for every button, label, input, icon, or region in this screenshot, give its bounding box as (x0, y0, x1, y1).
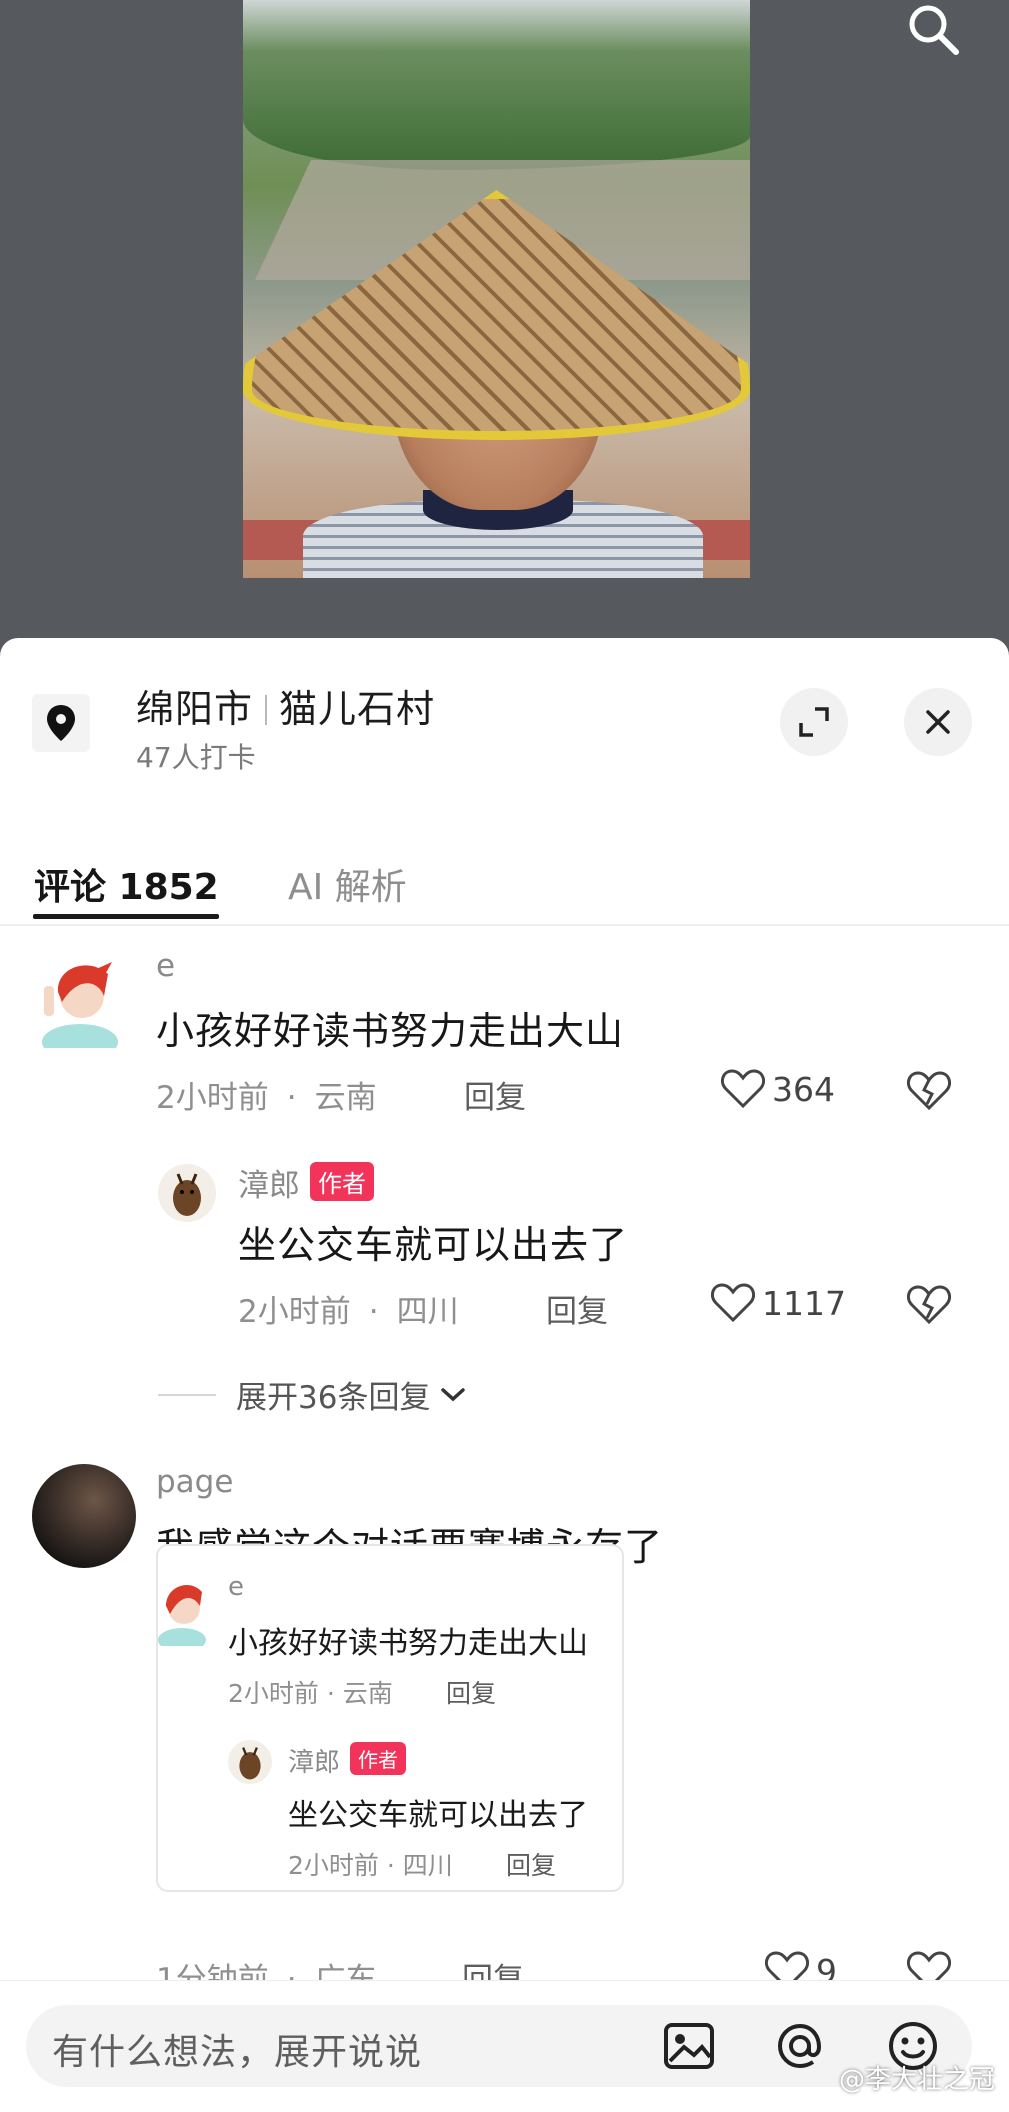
avatar[interactable] (32, 1464, 136, 1568)
expand-button[interactable] (780, 688, 848, 756)
quote-meta-1: 2小时前 · 云南 (228, 1679, 393, 1708)
like-count: 9 (816, 1951, 837, 1981)
quote-reply-1: 回复 (446, 1679, 497, 1708)
comment-text: 小孩好好读书努力走出大山 (156, 1009, 625, 1053)
checkin-count: 47人打卡 (136, 741, 256, 774)
divider (265, 695, 268, 725)
comment-region: 云南 (314, 1080, 377, 1116)
heart-icon (720, 1069, 766, 1109)
comment-meta: 1分钟前 · 广东 (156, 1954, 377, 1980)
quote-username-2-text: 漳郎 (288, 1748, 341, 1778)
close-icon (926, 710, 950, 734)
heart-icon (764, 1951, 810, 1980)
expand-icon (799, 707, 829, 737)
reply-meta: 2小时前 · 四川 (238, 1294, 459, 1330)
avatar[interactable] (158, 1164, 216, 1222)
quote-username-1: e (228, 1572, 244, 1602)
reply-time: 2小时前 (238, 1294, 351, 1330)
mention-icon[interactable] (771, 2017, 829, 2075)
close-button[interactable] (904, 688, 972, 756)
reply-username[interactable]: 漳郎 作者 (238, 1160, 374, 1205)
location-village: 猫儿石村 (279, 687, 436, 731)
comment-meta: 2小时前 · 云南 (156, 1080, 377, 1116)
quote-username-2: 漳郎 作者 (288, 1742, 407, 1779)
comment-meta-partial: 1分钟前 · 广东 回复 9 (0, 1940, 1009, 1980)
broken-heart-icon[interactable] (906, 1070, 952, 1112)
video-frame[interactable] (243, 0, 750, 578)
like-button[interactable]: 364 (720, 1068, 835, 1110)
like-button[interactable]: 1117 (710, 1282, 846, 1324)
comment-input-placeholder: 有什么想法，展开说说 (52, 2032, 423, 2073)
quoted-comment-card[interactable]: e 小孩好好读书努力走出大山 2小时前 · 云南 回复 漳郎 作者 坐公交车就可以… (156, 1544, 624, 1892)
mountains-scene (243, 0, 750, 170)
quote-meta-2: 2小时前 · 四川 (288, 1851, 453, 1880)
tab-ai-analysis[interactable]: AI 解析 (288, 858, 407, 910)
quote-avatar (158, 1576, 210, 1646)
tab-bar: 评论 1852 AI 解析 (0, 828, 1009, 926)
search-icon[interactable] (904, 0, 962, 58)
heart-icon (710, 1283, 756, 1323)
reply-button[interactable]: 回复 (464, 1072, 526, 1117)
like-count: 1117 (762, 1283, 846, 1323)
broken-heart-icon[interactable] (906, 1950, 952, 1980)
like-button[interactable]: 9 (764, 1950, 837, 1980)
location-header: 绵阳市 猫儿石村 47人打卡 (0, 638, 1009, 778)
reply-button[interactable]: 回复 (546, 1286, 608, 1331)
reply-region: 四川 (396, 1294, 459, 1330)
location-title[interactable]: 绵阳市 猫儿石村 (136, 678, 435, 733)
author-badge: 作者 (310, 1162, 374, 1201)
comment-time: 1分钟前 (156, 1962, 269, 1980)
expand-replies-button[interactable]: 展开36条回复 (158, 1372, 468, 1417)
quote-text-1: 小孩好好读书努力走出大山 (228, 1626, 588, 1661)
comment-time: 2小时前 (156, 1080, 269, 1116)
reply-button[interactable]: 回复 (462, 1954, 524, 1980)
comment-username[interactable]: page (156, 1464, 233, 1500)
reply-username-text: 漳郎 (238, 1168, 300, 1204)
author-badge: 作者 (350, 1742, 407, 1775)
quote-avatar (228, 1740, 272, 1784)
location-pin-icon (32, 694, 90, 752)
avatar[interactable] (38, 956, 122, 1048)
tab-comments[interactable]: 评论 1852 (34, 858, 219, 910)
chevron-down-icon (441, 1387, 466, 1401)
image-icon[interactable] (660, 2017, 718, 2075)
broken-heart-icon[interactable] (906, 1284, 952, 1326)
watermark: @李大壮之冠 (838, 2065, 995, 2095)
quote-reply-2: 回复 (506, 1851, 557, 1880)
comment-region: 广东 (314, 1962, 377, 1980)
expand-replies-label: 展开36条回复 (236, 1380, 431, 1416)
location-city: 绵阳市 (136, 687, 254, 731)
divider (158, 1393, 216, 1396)
quote-text-2: 坐公交车就可以出去了 (288, 1798, 588, 1833)
like-count: 364 (772, 1069, 835, 1109)
video-background (0, 0, 1009, 650)
comment-input[interactable]: 有什么想法，展开说说 (26, 2005, 972, 2087)
reply-text: 坐公交车就可以出去了 (238, 1223, 629, 1267)
comment-username[interactable]: e (156, 948, 175, 984)
active-tab-indicator (33, 914, 219, 919)
